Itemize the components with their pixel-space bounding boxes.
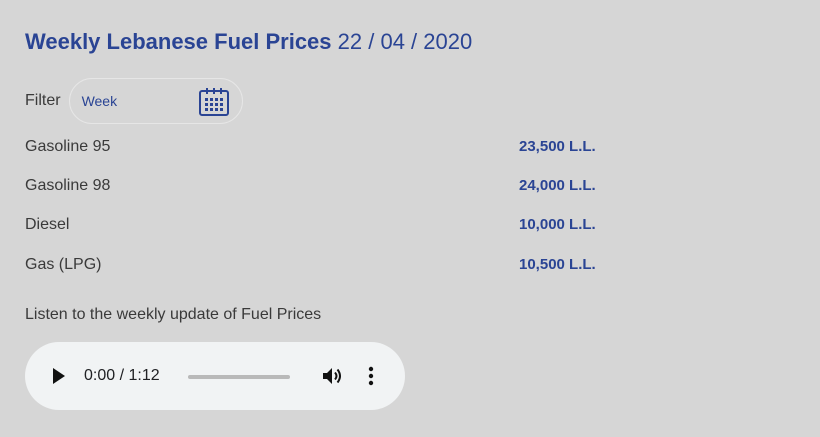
- week-filter-input[interactable]: Week: [68, 78, 243, 124]
- price-row-diesel: Diesel 10,000 L.L.: [25, 216, 615, 240]
- price-row-lpg: Gas (LPG) 10,500 L.L.: [25, 256, 615, 280]
- filter-label: Filter: [25, 92, 61, 109]
- price-row-gasoline-98: Gasoline 98 24,000 L.L.: [25, 177, 615, 201]
- title-text: Weekly Lebanese Fuel Prices: [25, 29, 332, 54]
- fuel-name: Gasoline 95: [25, 138, 111, 155]
- volume-icon[interactable]: [320, 364, 344, 388]
- more-options-icon[interactable]: [365, 364, 377, 388]
- filter-value: Week: [81, 93, 118, 109]
- fuel-name: Gas (LPG): [25, 256, 102, 273]
- audio-caption: Listen to the weekly update of Fuel Pric…: [25, 306, 322, 323]
- page-title: Weekly Lebanese Fuel Prices 22 / 04 / 20…: [25, 29, 472, 55]
- calendar-icon[interactable]: [198, 87, 230, 117]
- fuel-price: 23,500 L.L.: [519, 138, 596, 155]
- play-icon[interactable]: [52, 367, 66, 385]
- filter-row: Filter Week: [25, 77, 243, 125]
- fuel-name: Diesel: [25, 216, 70, 233]
- fuel-price: 10,500 L.L.: [519, 256, 596, 273]
- price-row-gasoline-95: Gasoline 95 23,500 L.L.: [25, 138, 615, 162]
- fuel-name: Gasoline 98: [25, 177, 111, 194]
- fuel-price: 10,000 L.L.: [519, 216, 596, 233]
- fuel-price: 24,000 L.L.: [519, 177, 596, 194]
- audio-time: 0:00 / 1:12: [84, 367, 160, 384]
- audio-player: 0:00 / 1:12: [25, 342, 405, 410]
- title-date: 22 / 04 / 2020: [337, 29, 473, 54]
- audio-progress-bar[interactable]: [188, 375, 290, 379]
